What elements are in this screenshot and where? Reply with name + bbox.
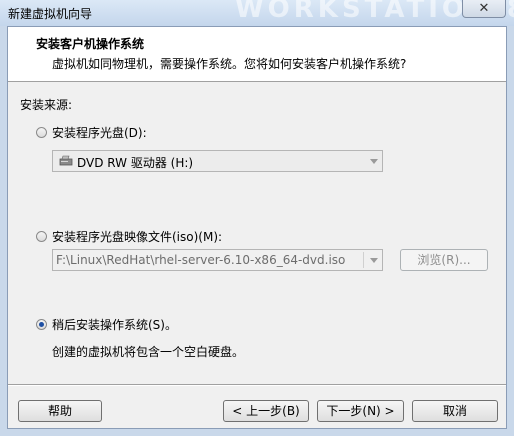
cancel-button[interactable]: 取消 (412, 400, 498, 422)
chevron-down-icon[interactable] (370, 258, 378, 263)
next-button[interactable]: 下一步(N) > (317, 400, 404, 422)
window-title: 新建虚拟机向导 (8, 7, 93, 21)
iso-radio[interactable] (36, 231, 47, 242)
wizard-header: 安装客户机操作系统 虚拟机如同物理机，需要操作系统。您将如何安装客户机操作系统? (8, 27, 506, 82)
disc-drive-select[interactable]: DVD RW 驱动器 (H:) (52, 150, 383, 172)
install-later-description: 创建的虚拟机将包含一个空白硬盘。 (52, 345, 245, 359)
disc-drive-value: DVD RW 驱动器 (H:) (77, 156, 194, 170)
disc-radio-label[interactable]: 安装程序光盘(D): (52, 124, 147, 141)
page-title: 安装客户机操作系统 (36, 37, 145, 51)
page-subtitle: 虚拟机如同物理机，需要操作系统。您将如何安装客户机操作系统? (52, 57, 407, 71)
install-later-label[interactable]: 稍后安装操作系统(S)。 (52, 316, 177, 333)
dvd-drive-icon (59, 155, 73, 166)
iso-radio-label[interactable]: 安装程序光盘映像文件(iso)(M): (52, 228, 222, 245)
iso-path-value[interactable]: F:\Linux\RedHat\rhel-server-6.10-x86_64-… (56, 253, 345, 267)
combo-separator (363, 252, 364, 268)
back-button[interactable]: < 上一步(B) (223, 400, 309, 422)
wizard-dialog: 安装客户机操作系统 虚拟机如同物理机，需要操作系统。您将如何安装客户机操作系统?… (7, 26, 507, 429)
close-icon: ✕ (478, 1, 490, 16)
footer-divider (8, 384, 506, 386)
install-source-label: 安装来源: (20, 98, 73, 112)
iso-path-combo[interactable]: F:\Linux\RedHat\rhel-server-6.10-x86_64-… (52, 249, 383, 271)
help-button[interactable]: 帮助 (18, 400, 102, 422)
close-button[interactable]: ✕ (462, 0, 506, 18)
browse-button[interactable]: 浏览(R)... (400, 249, 488, 271)
chevron-down-icon[interactable] (370, 159, 378, 164)
install-later-radio[interactable] (36, 319, 47, 330)
title-bar: 新建虚拟机向导 WORKSTATION 8 ✕ (0, 0, 514, 26)
disc-radio[interactable] (36, 127, 47, 138)
